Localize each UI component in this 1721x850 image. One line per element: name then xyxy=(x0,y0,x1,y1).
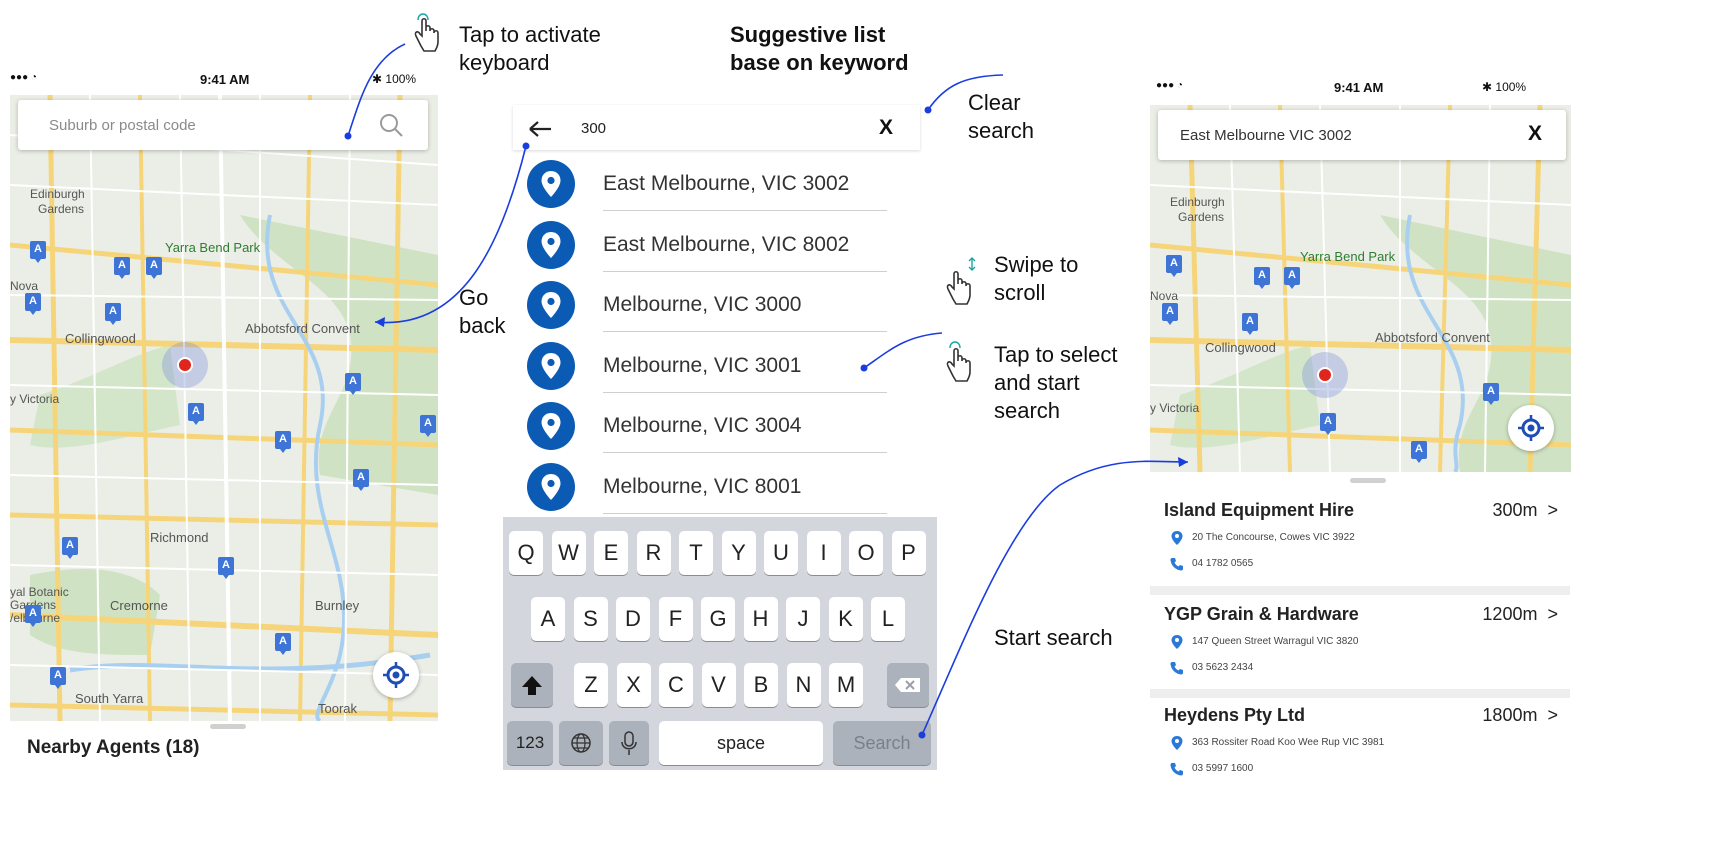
tap-hand-icon xyxy=(414,13,439,52)
annotation-swipe: Swipe to scroll xyxy=(994,252,1079,305)
annotation-tap-select: Tap to select and start search xyxy=(994,342,1118,423)
annotation-tap-keyboard: Tap to activate keyboard xyxy=(459,22,601,75)
tap-hand-icon xyxy=(946,341,971,382)
annotation-start-search: Start search xyxy=(994,625,1113,650)
annotation-suggestive-list: Suggestive list base on keyword xyxy=(730,22,909,75)
swipe-hand-icon xyxy=(946,257,976,305)
annotation-clear-search: Clear search xyxy=(968,90,1035,143)
annotation-go-back: Go back xyxy=(459,285,506,338)
annotation-lines xyxy=(344,43,1189,739)
